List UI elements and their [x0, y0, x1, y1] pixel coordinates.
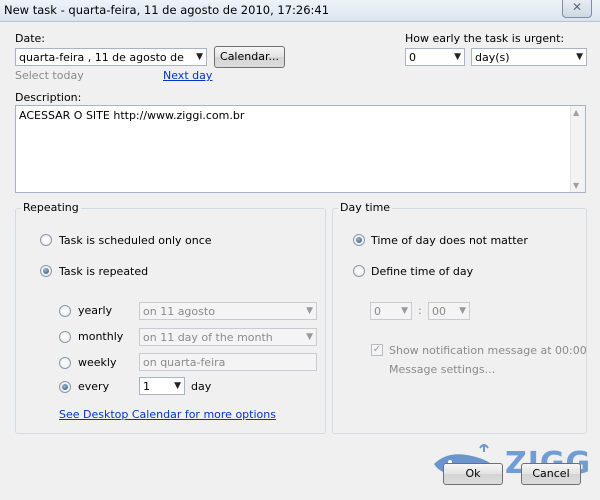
yearly-label: yearly: [78, 304, 113, 317]
every-radio[interactable]: [59, 381, 71, 393]
scroll-up-icon[interactable]: ▲: [573, 108, 579, 117]
weekly-value: on quarta-feira: [143, 356, 226, 369]
description-scrollbar[interactable]: ▲ ▼: [570, 106, 585, 192]
scheduled-once-radio[interactable]: [40, 234, 52, 246]
chevron-down-icon[interactable]: ▼: [306, 332, 313, 342]
ok-button[interactable]: Ok: [443, 463, 503, 485]
hour-select[interactable]: 0 ▼: [370, 302, 412, 320]
close-button[interactable]: ✕: [562, 0, 592, 18]
every-amount-select[interactable]: 1 ▼: [139, 377, 185, 395]
chevron-down-icon[interactable]: ▼: [196, 52, 203, 62]
monthly-label: monthly: [78, 330, 124, 343]
weekly-field[interactable]: on quarta-feira: [139, 353, 317, 371]
yearly-value: on 11 agosto: [143, 305, 215, 318]
minute-value: 00: [432, 305, 446, 318]
cancel-button[interactable]: Cancel: [521, 463, 581, 485]
every-amount-value: 1: [143, 380, 150, 393]
weekly-label: weekly: [78, 356, 117, 369]
monthly-radio[interactable]: [59, 331, 71, 343]
chevron-down-icon[interactable]: ▼: [459, 306, 466, 316]
task-repeated-radio[interactable]: [40, 265, 52, 277]
every-unit-label: day: [191, 380, 212, 393]
urgent-amount-value: 0: [409, 51, 416, 64]
urgent-unit-select[interactable]: day(s) ▼: [471, 48, 587, 66]
scroll-down-icon[interactable]: ▼: [573, 181, 579, 190]
message-settings-link[interactable]: Message settings...: [389, 363, 495, 376]
chevron-down-icon[interactable]: ▼: [306, 306, 313, 316]
notification-label: Show notification message at 00:00: [389, 344, 587, 357]
chevron-down-icon[interactable]: ▼: [401, 306, 408, 316]
urgent-label: How early the task is urgent:: [405, 32, 565, 45]
urgent-amount-select[interactable]: 0 ▼: [405, 48, 465, 66]
date-value: quarta-feira , 11 de agosto de 20: [19, 51, 187, 64]
monthly-value: on 11 day of the month: [143, 331, 273, 344]
hour-value: 0: [374, 305, 381, 318]
select-today-text: Select today: [15, 69, 84, 82]
date-picker[interactable]: quarta-feira , 11 de agosto de 20 ▼: [15, 48, 207, 66]
chevron-down-icon[interactable]: ▼: [576, 52, 583, 62]
description-label: Description:: [15, 91, 82, 104]
yearly-radio[interactable]: [59, 305, 71, 317]
time-not-matter-label: Time of day does not matter: [371, 234, 528, 247]
minute-select[interactable]: 00 ▼: [428, 302, 470, 320]
notification-checkbox[interactable]: ✓: [371, 344, 383, 356]
window-title: New task - quarta-feira, 11 de agosto de…: [4, 3, 330, 17]
new-task-window: New task - quarta-feira, 11 de agosto de…: [0, 0, 600, 500]
task-repeated-label: Task is repeated: [59, 265, 149, 278]
dialog-body: Date: quarta-feira , 11 de agosto de 20 …: [0, 22, 600, 500]
daytime-title: Day time: [338, 201, 393, 214]
define-time-label: Define time of day: [371, 265, 474, 278]
next-day-link[interactable]: Next day: [163, 69, 212, 82]
description-textarea[interactable]: ACESSAR O SITE http://www.ziggi.com.br ▲…: [15, 105, 586, 193]
define-time-radio[interactable]: [353, 265, 365, 277]
urgent-unit-value: day(s): [475, 51, 510, 64]
yearly-select[interactable]: on 11 agosto ▼: [139, 302, 317, 320]
monthly-select[interactable]: on 11 day of the month ▼: [139, 328, 317, 346]
title-bar[interactable]: New task - quarta-feira, 11 de agosto de…: [0, 0, 600, 22]
desktop-calendar-link[interactable]: See Desktop Calendar for more options: [59, 408, 276, 421]
chevron-down-icon[interactable]: ▼: [174, 381, 181, 391]
weekly-radio[interactable]: [59, 357, 71, 369]
description-text: ACESSAR O SITE http://www.ziggi.com.br: [19, 109, 245, 122]
time-separator: :: [418, 304, 422, 317]
repeating-title: Repeating: [21, 201, 81, 214]
time-not-matter-radio[interactable]: [353, 234, 365, 246]
calendar-button[interactable]: Calendar...: [214, 46, 285, 68]
scheduled-once-label: Task is scheduled only once: [59, 234, 212, 247]
date-label: Date:: [15, 32, 45, 45]
chevron-down-icon[interactable]: ▼: [454, 52, 461, 62]
every-label: every: [78, 380, 110, 393]
